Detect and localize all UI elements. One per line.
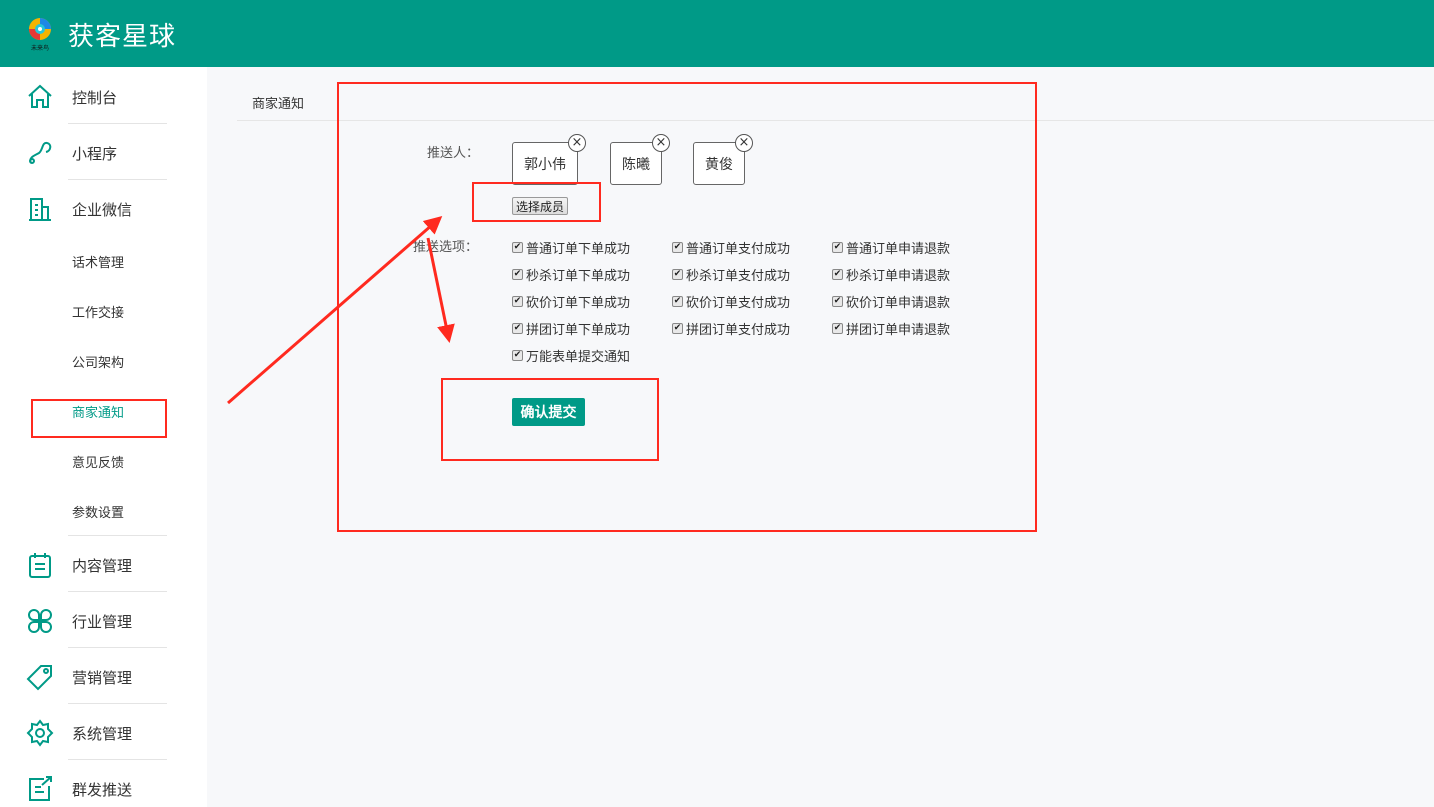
option-label: 万能表单提交通知 — [526, 350, 631, 365]
option-label: 拼团订单下单成功 — [526, 323, 631, 338]
clipboard-icon — [29, 553, 51, 578]
sidebar-item-system[interactable]: 系统管理 — [0, 719, 207, 747]
sidebar: 控制台 小程序 企业微信 话术管理 工作交接 公司架构 商家通知 意见反馈 参数… — [0, 67, 207, 807]
option-label: 砍价订单申请退款 — [846, 296, 951, 311]
option-label: 砍价订单下单成功 — [526, 296, 631, 311]
person-tag: 陈曦 × — [610, 134, 670, 185]
sidebar-item-industry[interactable]: 行业管理 — [0, 607, 207, 635]
sidebar-item-dashboard[interactable]: 控制台 — [0, 83, 207, 111]
push-option-checkbox[interactable]: ✔ 砍价订单申请退款 — [832, 292, 950, 311]
gear-icon — [26, 719, 54, 747]
option-label: 秒杀订单下单成功 — [526, 269, 631, 284]
sidebar-item-label: 工作交接 — [72, 305, 125, 321]
push-option-checkbox[interactable]: ✔ 普通订单下单成功 — [512, 238, 630, 257]
sidebar-item-label: 参数设置 — [72, 505, 125, 521]
checkbox-checked-icon[interactable]: ✔ — [512, 350, 523, 361]
sidebar-item-label: 系统管理 — [72, 724, 133, 743]
option-label: 秒杀订单支付成功 — [686, 269, 791, 284]
person-tag: 郭小伟 × — [512, 134, 586, 185]
checkbox-checked-icon[interactable]: ✔ — [672, 296, 683, 307]
sidebar-item-label: 企业微信 — [72, 200, 133, 219]
push-option-checkbox[interactable]: ✔ 砍价订单支付成功 — [672, 292, 790, 311]
sidebar-item-label: 内容管理 — [72, 556, 133, 575]
sidebar-item-label: 行业管理 — [72, 612, 133, 631]
push-people-label: 推送人： — [427, 146, 480, 161]
sidebar-subitem-merchant-notice[interactable]: 商家通知 — [0, 401, 207, 421]
checkbox-checked-icon[interactable]: ✔ — [672, 269, 683, 280]
checkbox-checked-icon[interactable]: ✔ — [512, 269, 523, 280]
tag-icon — [26, 665, 52, 691]
checkbox-checked-icon[interactable]: ✔ — [832, 242, 843, 253]
checkbox-checked-icon[interactable]: ✔ — [672, 323, 683, 334]
person-tag: 黄俊 × — [693, 134, 753, 185]
sidebar-item-label: 公司架构 — [72, 355, 125, 371]
option-label: 砍价订单支付成功 — [686, 296, 791, 311]
home-icon — [28, 84, 52, 108]
option-label: 普通订单支付成功 — [686, 242, 791, 257]
sidebar-item-mass-push[interactable]: 群发推送 — [0, 775, 207, 803]
close-icon[interactable]: × — [735, 134, 753, 152]
push-option-checkbox[interactable]: ✔ 秒杀订单支付成功 — [672, 265, 790, 284]
sidebar-item-label: 商家通知 — [72, 405, 125, 421]
person-name: 黄俊 — [705, 156, 733, 173]
tab-bar: 商家通知 — [237, 67, 1434, 121]
close-icon[interactable]: × — [568, 134, 586, 152]
checkbox-checked-icon[interactable]: ✔ — [512, 296, 523, 307]
sidebar-subitem-scripts[interactable]: 话术管理 — [0, 251, 207, 271]
clover-icon — [28, 609, 52, 633]
sidebar-item-label: 控制台 — [72, 88, 118, 107]
push-option-checkbox[interactable]: ✔ 万能表单提交通知 — [512, 346, 630, 365]
sidebar-item-wecom[interactable]: 企业微信 — [0, 195, 207, 223]
sidebar-subitem-handover[interactable]: 工作交接 — [0, 301, 207, 321]
sidebar-subitem-settings[interactable]: 参数设置 — [0, 501, 207, 521]
submit-button[interactable]: 确认提交 — [512, 398, 585, 426]
sidebar-item-label: 小程序 — [72, 144, 118, 163]
sidebar-subitem-org[interactable]: 公司架构 — [0, 351, 207, 371]
svg-text:未来鸟: 未来鸟 — [31, 44, 49, 52]
close-icon[interactable]: × — [652, 134, 670, 152]
option-label: 普通订单下单成功 — [526, 242, 631, 257]
person-name: 郭小伟 — [524, 156, 566, 173]
checkbox-checked-icon[interactable]: ✔ — [832, 296, 843, 307]
logo-icon: 未来鸟 — [29, 18, 51, 52]
option-label: 普通订单申请退款 — [846, 242, 951, 257]
checkbox-checked-icon[interactable]: ✔ — [832, 323, 843, 334]
option-label: 拼团订单申请退款 — [846, 323, 951, 338]
push-option-checkbox[interactable]: ✔ 普通订单支付成功 — [672, 238, 790, 257]
sidebar-subitem-feedback[interactable]: 意见反馈 — [0, 451, 207, 471]
option-label: 拼团订单支付成功 — [686, 323, 791, 338]
sidebar-item-label: 营销管理 — [72, 668, 133, 687]
checkbox-checked-icon[interactable]: ✔ — [512, 242, 523, 253]
push-option-checkbox[interactable]: ✔ 砍价订单下单成功 — [512, 292, 630, 311]
person-name: 陈曦 — [622, 156, 650, 173]
option-label: 秒杀订单申请退款 — [846, 269, 951, 284]
checkbox-checked-icon[interactable]: ✔ — [832, 269, 843, 280]
checkbox-checked-icon[interactable]: ✔ — [672, 242, 683, 253]
mini-program-icon — [29, 141, 52, 164]
send-icon — [29, 776, 52, 801]
push-option-checkbox[interactable]: ✔ 拼团订单下单成功 — [512, 319, 630, 338]
push-option-checkbox[interactable]: ✔ 秒杀订单下单成功 — [512, 265, 630, 284]
push-option-checkbox[interactable]: ✔ 拼团订单支付成功 — [672, 319, 790, 338]
app-header: 未来鸟 获客星球 — [0, 0, 1434, 67]
annotation-overlay — [31, 82, 1037, 532]
sidebar-item-mini-program[interactable]: 小程序 — [0, 139, 207, 167]
sidebar-item-label: 群发推送 — [72, 780, 133, 799]
app-title: 获客星球 — [68, 22, 177, 52]
tab-merchant-notice[interactable]: 商家通知 — [252, 93, 304, 112]
sidebar-item-marketing[interactable]: 营销管理 — [0, 663, 207, 691]
sidebar-item-content[interactable]: 内容管理 — [0, 551, 207, 579]
push-option-checkbox[interactable]: ✔ 普通订单申请退款 — [832, 238, 950, 257]
sidebar-item-label: 话术管理 — [72, 255, 125, 271]
select-members-button[interactable]: 选择成员 — [512, 197, 569, 215]
push-options-label: 推送选项： — [413, 240, 479, 255]
push-option-checkbox[interactable]: ✔ 拼团订单申请退款 — [832, 319, 950, 338]
building-icon — [29, 198, 51, 221]
annotation-arrow — [227, 216, 443, 405]
push-option-checkbox[interactable]: ✔ 秒杀订单申请退款 — [832, 265, 950, 284]
sidebar-item-label: 意见反馈 — [72, 455, 125, 471]
checkbox-checked-icon[interactable]: ✔ — [512, 323, 523, 334]
